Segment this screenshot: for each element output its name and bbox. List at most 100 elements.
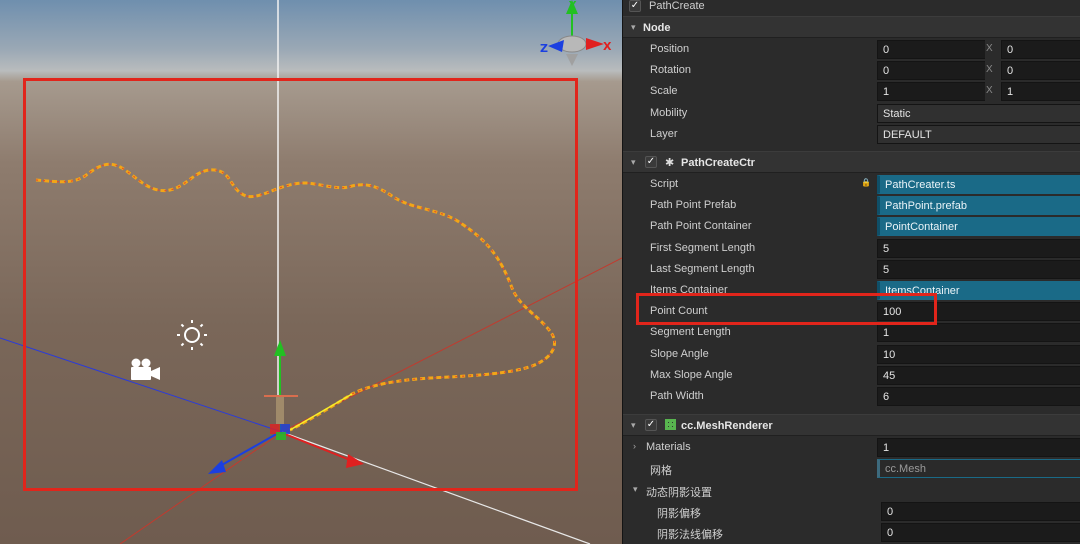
- path-create-ctr-title: PathCreateCtr: [681, 157, 755, 169]
- items-container-row: Items Container ItemsContainer: [623, 280, 1080, 301]
- items-container-label: Items Container: [650, 284, 728, 296]
- position-x-field[interactable]: 0: [877, 40, 985, 59]
- layer-label: Layer: [650, 128, 678, 140]
- rotation-row: Rotation 0 X 0: [623, 60, 1080, 81]
- orientation-gizmo-icon: Y X Z: [540, 0, 612, 66]
- point-count-row: Point Count 100: [623, 301, 1080, 322]
- shadow-normal-bias-label: 阴影法线偏移: [657, 529, 723, 541]
- point-count-field[interactable]: 100: [877, 302, 1080, 321]
- mesh-renderer-title: cc.MeshRenderer: [681, 420, 773, 432]
- segment-length-field[interactable]: 1: [877, 323, 1080, 342]
- first-segment-length-field[interactable]: 5: [877, 239, 1080, 258]
- axis-label: X: [986, 43, 993, 54]
- rotation-x-field[interactable]: 0: [877, 61, 985, 80]
- layer-select[interactable]: DEFAULT: [877, 125, 1080, 144]
- max-slope-angle-row: Max Slope Angle 45: [623, 365, 1080, 386]
- path-width-field[interactable]: 6: [877, 387, 1080, 406]
- max-slope-angle-label: Max Slope Angle: [650, 369, 733, 381]
- mesh-label: 网格: [650, 465, 672, 477]
- mesh-renderer-header[interactable]: ▾ ✓ cc.MeshRenderer: [623, 414, 1080, 436]
- scale-x-field[interactable]: 1: [877, 82, 985, 101]
- chevron-down-icon[interactable]: ▾: [633, 484, 643, 494]
- mobility-row: Mobility Static: [623, 103, 1080, 124]
- node-active-checkbox[interactable]: ✓: [629, 0, 641, 12]
- chevron-down-icon[interactable]: ▾: [631, 22, 641, 32]
- segment-length-row: Segment Length 1: [623, 322, 1080, 343]
- first-segment-length-label: First Segment Length: [650, 242, 756, 254]
- node-section-header[interactable]: ▾ Node: [623, 16, 1080, 38]
- path-width-label: Path Width: [650, 390, 704, 402]
- shadow-bias-label: 阴影偏移: [657, 508, 701, 520]
- rotation-y-field[interactable]: 0: [1001, 61, 1080, 80]
- last-segment-length-label: Last Segment Length: [650, 263, 755, 275]
- path-curve-points: [35, 163, 556, 395]
- node-name-row: ✓ PathCreate: [623, 0, 1080, 14]
- materials-row[interactable]: › Materials 1: [623, 437, 1080, 458]
- mesh-row: 网格 cc.Mesh: [623, 458, 1080, 479]
- script-label: Script: [650, 178, 679, 190]
- node-section-title: Node: [643, 22, 671, 34]
- component-enabled-checkbox[interactable]: ✓: [645, 156, 657, 168]
- script-component-icon: ✱: [665, 157, 675, 169]
- position-label: Position: [650, 43, 690, 55]
- shadow-settings-label: 动态阴影设置: [646, 487, 712, 499]
- gizmo-z-label: Z: [540, 42, 548, 55]
- point-count-label: Point Count: [650, 305, 708, 317]
- layer-row: Layer DEFAULT: [623, 124, 1080, 145]
- shadow-settings-row[interactable]: ▾ 动态阴影设置: [623, 480, 1080, 501]
- gizmo-x-label: X: [603, 40, 612, 53]
- last-segment-length-field[interactable]: 5: [877, 260, 1080, 279]
- mobility-select[interactable]: Static: [877, 104, 1080, 123]
- slope-angle-field[interactable]: 10: [877, 345, 1080, 364]
- position-y-field[interactable]: 0: [1001, 40, 1080, 59]
- scale-y-field[interactable]: 1: [1001, 82, 1080, 101]
- shadow-normal-bias-row: 阴影法线偏移 0: [623, 522, 1080, 543]
- z-axis-ground-line: [0, 337, 283, 433]
- script-row: Script 🔒 PathCreater.ts: [623, 174, 1080, 195]
- path-point-prefab-field[interactable]: PathPoint.prefab: [877, 196, 1080, 215]
- path-point-prefab-row: Path Point Prefab PathPoint.prefab: [623, 195, 1080, 216]
- inspector-panel[interactable]: ✓ PathCreate ▾ Node Position 0 X 0 Rotat…: [622, 0, 1080, 544]
- axis-label: X: [986, 85, 993, 96]
- path-point-prefab-label: Path Point Prefab: [650, 199, 737, 211]
- items-container-field[interactable]: ItemsContainer: [877, 281, 1080, 300]
- shadow-bias-field[interactable]: 0: [881, 502, 1080, 521]
- lock-icon: 🔒: [861, 178, 871, 187]
- segment-length-label: Segment Length: [650, 326, 731, 338]
- first-segment-length-row: First Segment Length 5: [623, 238, 1080, 259]
- shadow-bias-row: 阴影偏移 0: [623, 501, 1080, 522]
- chevron-down-icon[interactable]: ▾: [631, 420, 641, 430]
- materials-label: Materials: [646, 441, 691, 453]
- mesh-grid-icon: [665, 419, 676, 430]
- path-curve: [35, 162, 556, 432]
- slope-angle-row: Slope Angle 10: [623, 344, 1080, 365]
- mobility-label: Mobility: [650, 107, 688, 119]
- path-point-container-field[interactable]: PointContainer: [877, 217, 1080, 236]
- path-point-container-row: Path Point Container PointContainer: [623, 216, 1080, 237]
- last-segment-length-row: Last Segment Length 5: [623, 259, 1080, 280]
- scale-label: Scale: [650, 85, 678, 97]
- path-width-row: Path Width 6: [623, 386, 1080, 407]
- path-point-container-label: Path Point Container: [650, 220, 752, 232]
- axis-label: X: [986, 64, 993, 75]
- max-slope-angle-field[interactable]: 45: [877, 366, 1080, 385]
- path-create-ctr-header[interactable]: ▾ ✓ ✱ PathCreateCtr: [623, 151, 1080, 173]
- chevron-right-icon[interactable]: ›: [633, 441, 643, 451]
- scene-viewport[interactable]: Y X Z: [0, 0, 622, 544]
- node-name-label: PathCreate: [649, 0, 705, 12]
- scene-canvas[interactable]: Y X Z: [0, 0, 622, 544]
- grid-white-line: [281, 431, 591, 544]
- shadow-normal-bias-field[interactable]: 0: [881, 523, 1080, 542]
- mesh-asset-field[interactable]: cc.Mesh: [877, 459, 1080, 478]
- position-row: Position 0 X 0: [623, 39, 1080, 60]
- path-yellow-segment: [289, 393, 353, 431]
- component-enabled-checkbox[interactable]: ✓: [645, 419, 657, 431]
- sun-icon: [177, 320, 207, 350]
- slope-angle-label: Slope Angle: [650, 348, 709, 360]
- camera-icon: [131, 358, 160, 380]
- script-field[interactable]: PathCreater.ts: [877, 175, 1080, 194]
- x-axis-ground-line-near: [119, 431, 283, 544]
- rotation-label: Rotation: [650, 64, 691, 76]
- chevron-down-icon[interactable]: ▾: [631, 157, 641, 167]
- materials-count-field[interactable]: 1: [877, 438, 1080, 457]
